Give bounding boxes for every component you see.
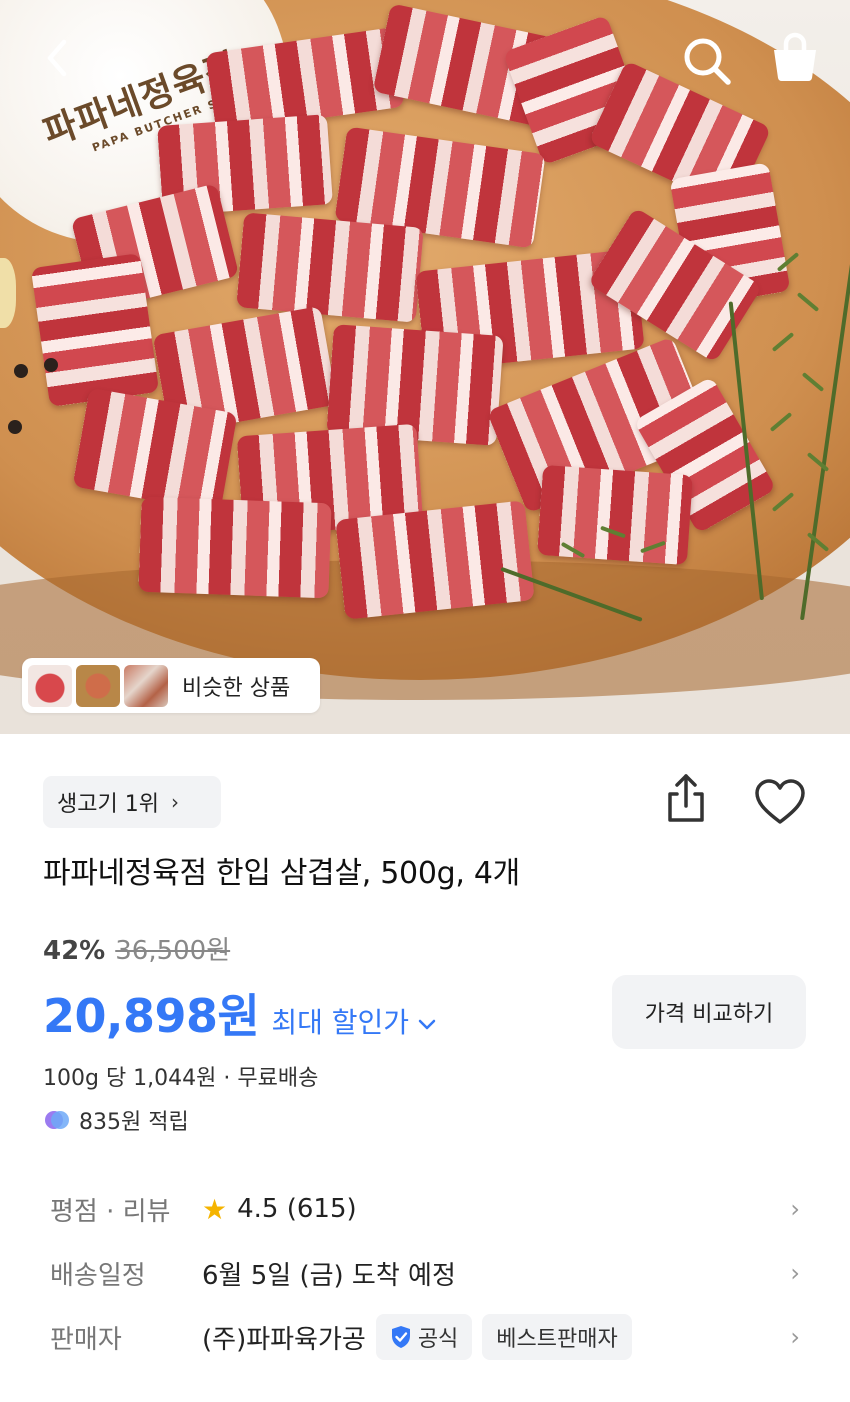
back-button[interactable] bbox=[34, 34, 82, 82]
official-badge: 공식 bbox=[375, 1314, 473, 1360]
rating-value: 4.5 (615) bbox=[237, 1194, 357, 1224]
share-icon bbox=[668, 774, 704, 822]
seller-name: (주)파파육가공 bbox=[202, 1324, 366, 1355]
search-button[interactable] bbox=[680, 34, 734, 88]
chevron-right-icon: › bbox=[790, 1195, 800, 1223]
chevron-down-icon[interactable] bbox=[417, 1016, 437, 1037]
rating-label: 평점 · 리뷰 bbox=[50, 1196, 171, 1227]
delivery-label: 배송일정 bbox=[50, 1260, 146, 1291]
product-image[interactable]: 파파네정육점 PAPA BUTCHER SHOP 비슷한 상품 bbox=[0, 0, 850, 734]
pork-belly-pile bbox=[30, 0, 800, 640]
unit-price-shipping: 100g 당 1,044원 · 무료배송 bbox=[43, 1066, 319, 1091]
similar-thumbnail bbox=[124, 664, 168, 707]
compare-prices-button[interactable]: 가격 비교하기 bbox=[612, 975, 806, 1049]
seller-row[interactable]: 판매자 (주)파파육가공 공식 베스트판매자 › bbox=[50, 1312, 810, 1362]
search-icon bbox=[684, 38, 731, 85]
discount-percent: 42% bbox=[43, 936, 106, 966]
delivery-row[interactable]: 배송일정 6월 5일 (금) 도착 예정 › bbox=[50, 1248, 810, 1298]
cart-button[interactable] bbox=[768, 30, 822, 84]
points-text: 835원 적립 bbox=[79, 1110, 189, 1135]
best-seller-badge: 베스트판매자 bbox=[482, 1314, 632, 1360]
original-price: 36,500원 bbox=[115, 936, 231, 966]
discount-row: 42% 36,500원 bbox=[43, 930, 230, 967]
delivery-value: 6월 5일 (금) 도착 예정 bbox=[202, 1260, 456, 1291]
seller-label: 판매자 bbox=[50, 1324, 122, 1355]
points-icon bbox=[45, 1111, 69, 1129]
category-rank-chip[interactable]: 생고기 1위 › bbox=[43, 776, 221, 828]
verified-shield-icon bbox=[391, 1326, 410, 1348]
sale-price: 20,898원 bbox=[43, 989, 260, 1043]
peppercorn bbox=[44, 358, 58, 372]
peppercorn bbox=[8, 420, 22, 434]
shopping-bag-icon bbox=[774, 32, 816, 82]
chevron-left-icon bbox=[47, 39, 67, 77]
peppercorn bbox=[14, 364, 28, 378]
rank-label: 생고기 1위 bbox=[57, 792, 159, 817]
similar-products-label: 비슷한 상품 bbox=[182, 675, 291, 701]
wishlist-button[interactable] bbox=[752, 776, 808, 828]
star-icon: ★ bbox=[202, 1192, 228, 1226]
product-title: 파파네정육점 한입 삼겹살, 500g, 4개 bbox=[43, 856, 520, 891]
share-button[interactable] bbox=[660, 770, 712, 828]
similar-thumbnail bbox=[76, 664, 120, 707]
rating-row[interactable]: 평점 · 리뷰 ★ 4.5 (615) › bbox=[50, 1184, 810, 1234]
chevron-right-icon: › bbox=[790, 1323, 800, 1351]
similar-thumbnail bbox=[28, 664, 72, 707]
chevron-right-icon: › bbox=[170, 790, 179, 814]
max-discount-toggle[interactable]: 최대 할인가 bbox=[271, 1001, 409, 1041]
heart-icon bbox=[755, 779, 805, 824]
similar-products-button[interactable]: 비슷한 상품 bbox=[22, 658, 320, 713]
chevron-right-icon: › bbox=[790, 1259, 800, 1287]
price-row: 20,898원 최대 할인가 bbox=[43, 980, 437, 1046]
points-row: 835원 적립 bbox=[43, 1104, 189, 1136]
